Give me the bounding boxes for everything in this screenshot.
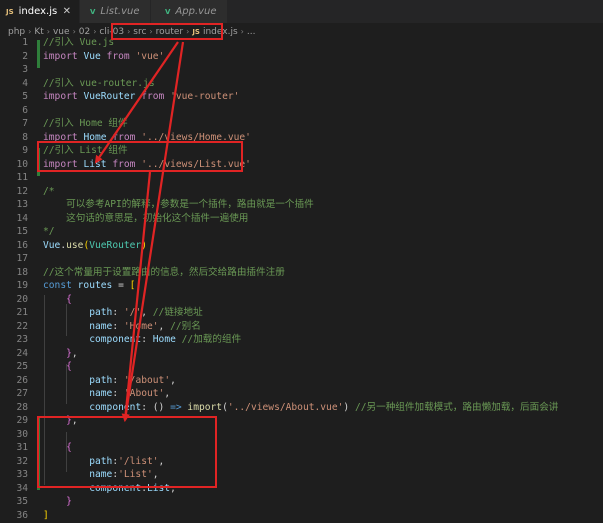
arrow-to-route-from-breadcrumb bbox=[121, 41, 185, 422]
line-number: 36 bbox=[16, 509, 28, 521]
code-line[interactable]: 36] bbox=[0, 509, 603, 523]
arrow-to-route-from-import bbox=[121, 171, 152, 422]
arrow-to-import bbox=[94, 41, 179, 164]
code-token: ] bbox=[43, 509, 49, 521]
code-text: ] bbox=[43, 509, 49, 523]
annotation-arrows bbox=[94, 41, 185, 422]
